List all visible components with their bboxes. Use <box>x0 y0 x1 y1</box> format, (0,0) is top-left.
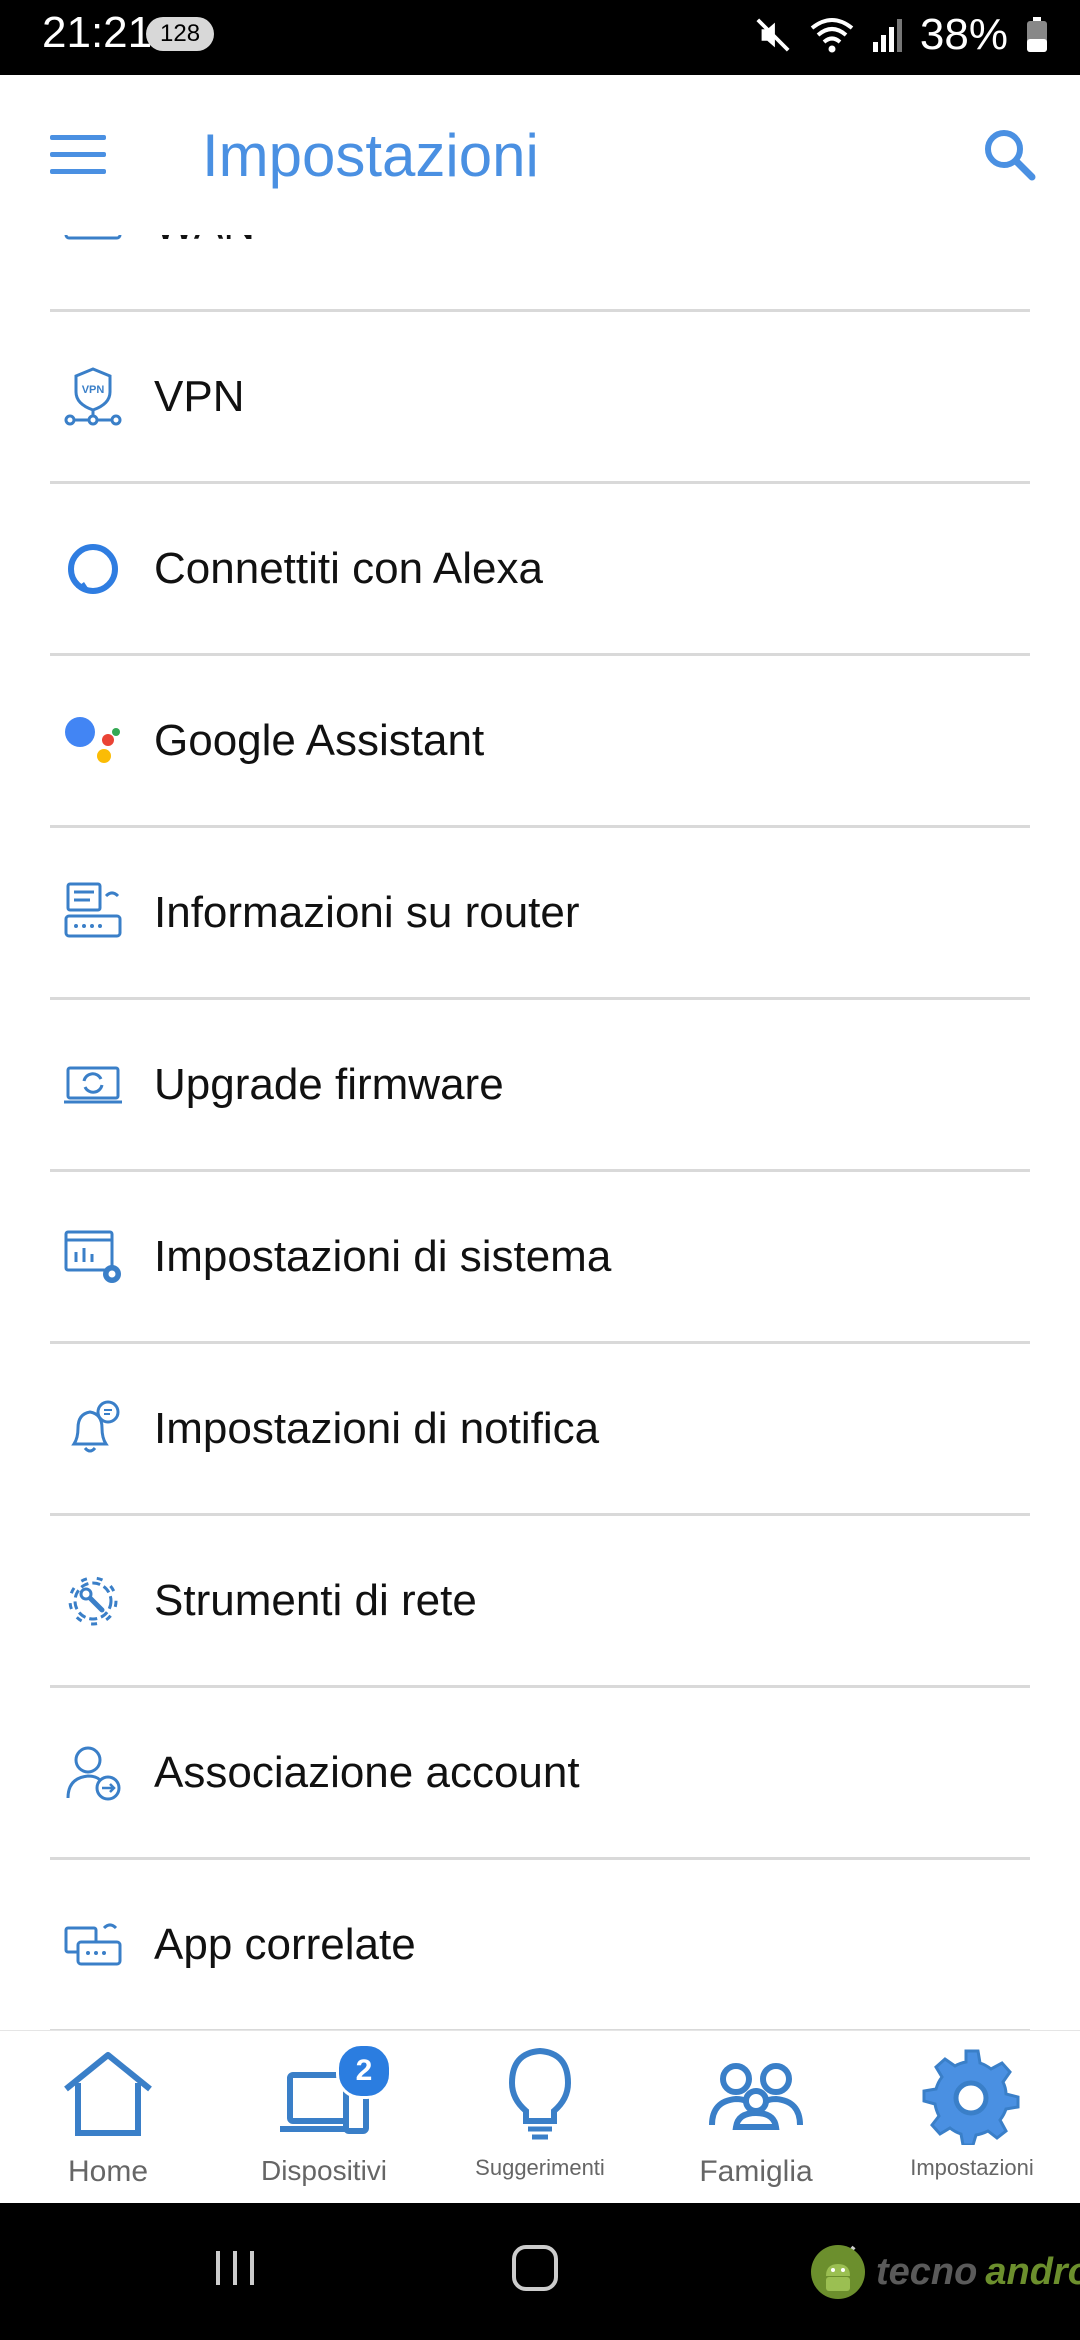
android-logo-icon <box>811 2245 865 2299</box>
app-bar: Impostazioni <box>0 75 1080 235</box>
settings-item-label: App correlate <box>154 1919 416 1969</box>
settings-item-router-info[interactable]: Informazioni su router <box>50 828 1030 1000</box>
tab-label: Home <box>67 2155 149 2188</box>
settings-item-wan[interactable]: WAN <box>50 235 1030 312</box>
signal-icon <box>872 19 902 52</box>
settings-item-system-settings[interactable]: Impostazioni di sistema <box>50 1172 1030 1344</box>
settings-item-label: Upgrade firmware <box>154 1059 504 1109</box>
related-apps-icon <box>64 1923 122 1965</box>
watermark-text-part2: android <box>985 2250 1080 2293</box>
status-icons: 38% <box>754 10 1048 60</box>
search-icon[interactable] <box>980 125 1040 185</box>
settings-item-label: VPN <box>154 371 245 421</box>
home-nav-icon[interactable] <box>510 2243 560 2293</box>
wan-icon <box>64 235 122 239</box>
home-icon <box>64 2052 152 2136</box>
bottom-navigation: Home 2 Dispositivi Suggerimenti Famiglia <box>0 2030 1080 2204</box>
battery-icon <box>1027 17 1047 52</box>
status-time: 21:21 <box>42 8 153 57</box>
network-tools-icon <box>68 1576 118 1625</box>
tab-label: Suggerimenti <box>475 2155 605 2180</box>
settings-item-vpn[interactable]: VPN VPN <box>50 312 1030 484</box>
settings-item-firmware[interactable]: Upgrade firmware <box>50 1000 1030 1172</box>
google-assistant-icon <box>65 716 120 763</box>
tab-settings[interactable]: Impostazioni <box>864 2031 1080 2204</box>
tab-label: Famiglia <box>699 2155 813 2188</box>
settings-item-related-apps[interactable]: App correlate <box>50 1860 1030 2030</box>
settings-item-label: Impostazioni di notifica <box>154 1403 600 1453</box>
family-icon <box>709 2063 803 2130</box>
system-settings-icon <box>64 1230 121 1283</box>
tab-family[interactable]: Famiglia <box>648 2031 864 2204</box>
settings-item-notifications[interactable]: Impostazioni di notifica <box>50 1344 1030 1516</box>
account-link-icon <box>66 1746 121 1800</box>
settings-item-account-link[interactable]: Associazione account <box>50 1688 1030 1860</box>
notification-bell-icon <box>71 1400 120 1452</box>
tab-label: Dispositivi <box>260 2155 388 2186</box>
settings-item-alexa[interactable]: Connettiti con Alexa <box>50 484 1030 656</box>
battery-percentage: 38% <box>919 10 1008 59</box>
watermark-text-part1: tecno <box>876 2250 978 2293</box>
settings-list: WAN VPN VPN Connettiti con Alexa Google … <box>0 235 1080 2030</box>
gear-icon <box>922 2049 1020 2145</box>
settings-item-network-tools[interactable]: Strumenti di rete <box>50 1516 1030 1688</box>
devices-badge: 2 <box>336 2043 392 2099</box>
settings-item-label: Google Assistant <box>154 715 485 765</box>
wifi-icon <box>810 18 854 53</box>
tab-label: Impostazioni <box>910 2155 1034 2180</box>
recents-icon[interactable] <box>210 2243 260 2293</box>
tab-suggestions[interactable]: Suggerimenti <box>432 2031 648 2204</box>
alexa-icon <box>68 543 118 594</box>
settings-item-label: Associazione account <box>154 1747 580 1797</box>
notification-count-badge: 128 <box>146 17 215 51</box>
hamburger-menu-icon[interactable] <box>50 133 108 177</box>
settings-item-google-assistant[interactable]: Google Assistant <box>50 656 1030 828</box>
tab-home[interactable]: Home <box>0 2031 216 2204</box>
svg-text:VPN: VPN <box>82 384 105 396</box>
mute-icon <box>756 18 790 52</box>
status-bar: 21:21 128 38% <box>0 0 1080 75</box>
settings-item-label: WAN <box>154 235 255 250</box>
page-title: Impostazioni <box>202 122 539 189</box>
tab-devices[interactable]: 2 Dispositivi <box>216 2031 432 2204</box>
settings-item-label: Strumenti di rete <box>154 1575 477 1625</box>
router-info-icon <box>64 882 122 937</box>
watermark: tecnoandroid <box>808 2242 1080 2302</box>
settings-item-label: Connettiti con Alexa <box>154 543 543 593</box>
settings-item-label: Impostazioni di sistema <box>154 1231 612 1281</box>
lightbulb-icon <box>508 2047 572 2140</box>
settings-item-label: Informazioni su router <box>154 887 580 937</box>
vpn-icon: VPN <box>64 366 122 425</box>
firmware-icon <box>64 1066 122 1103</box>
